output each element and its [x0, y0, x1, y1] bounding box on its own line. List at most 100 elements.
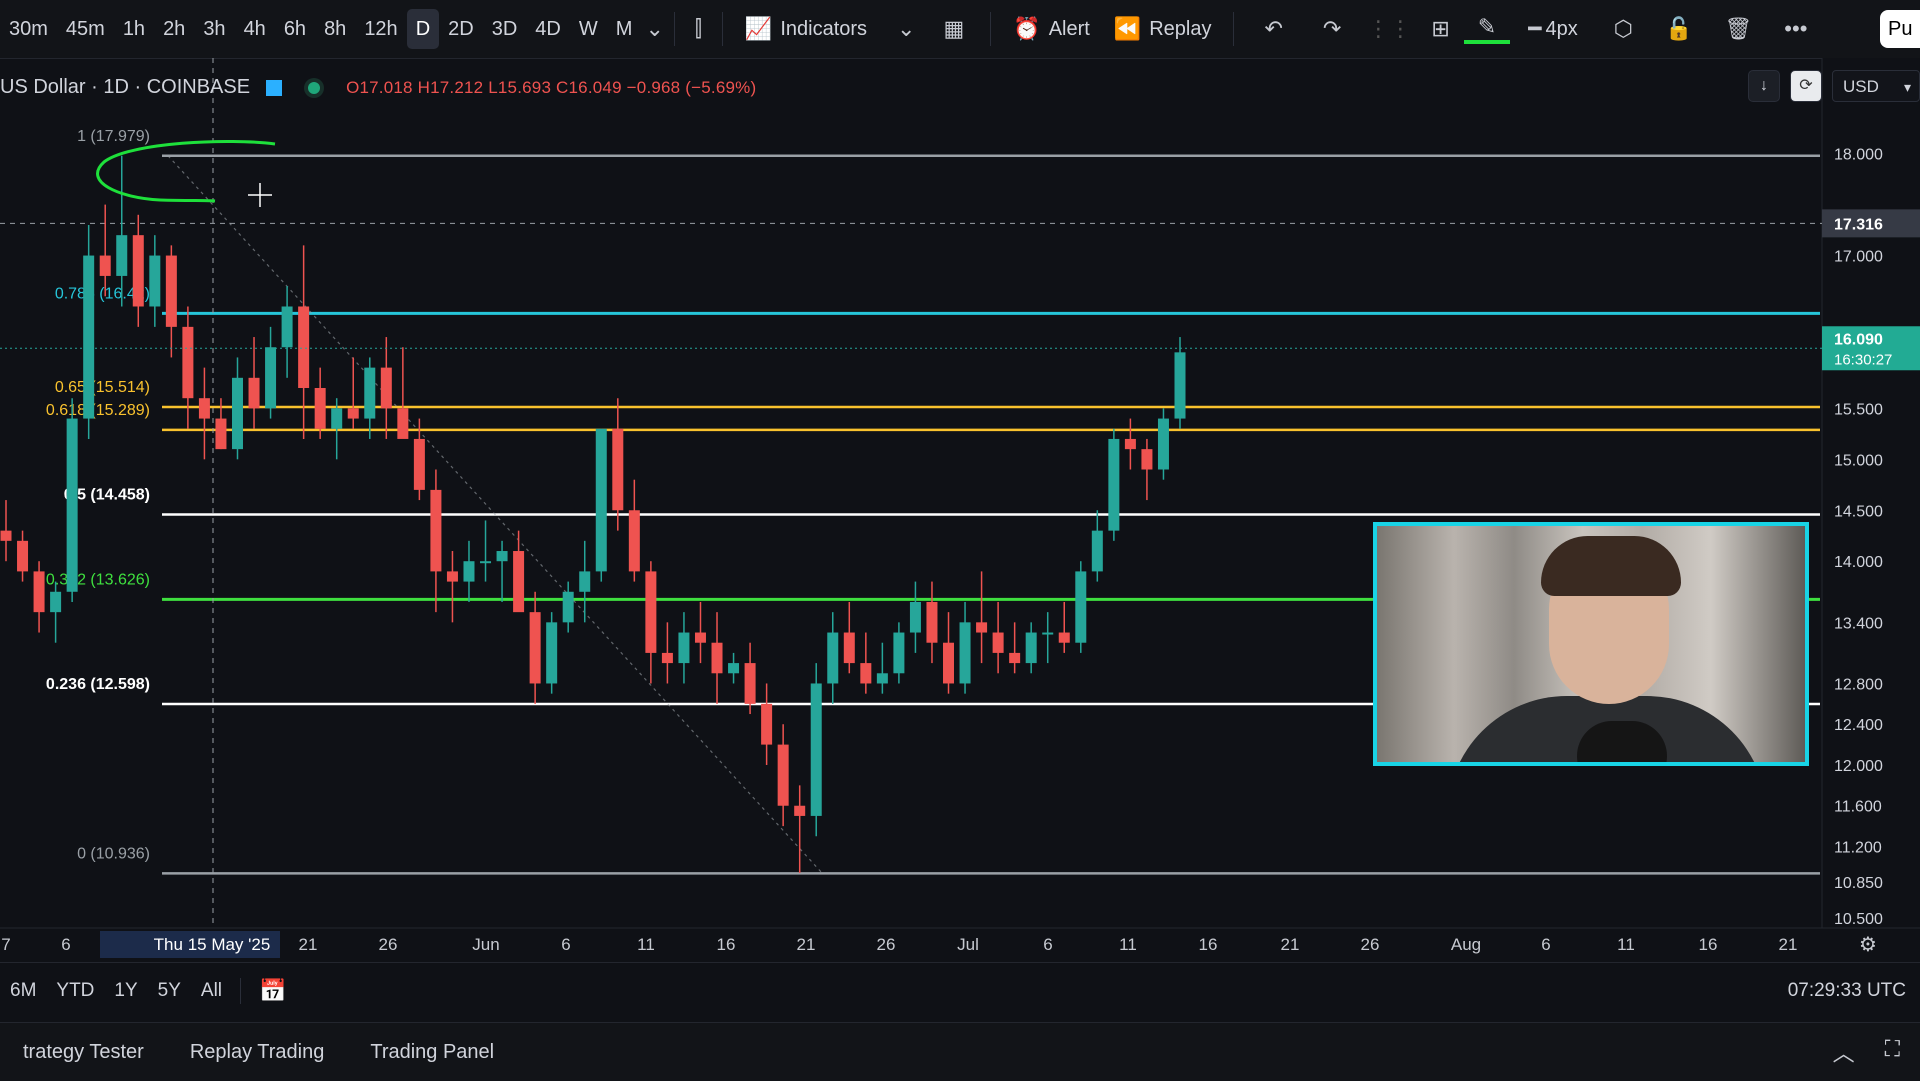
currency-select[interactable]: USD: [1832, 70, 1920, 103]
timeframe-w[interactable]: W: [570, 9, 607, 49]
candle-body[interactable]: [446, 571, 458, 582]
candle-body[interactable]: [546, 622, 558, 684]
timeframe-3d[interactable]: 3D: [483, 9, 527, 49]
candle-body[interactable]: [1124, 438, 1136, 450]
candle-body[interactable]: [298, 306, 310, 388]
candle-body[interactable]: [364, 367, 376, 419]
candle-body[interactable]: [810, 683, 822, 816]
candle-body[interactable]: [198, 398, 210, 419]
candle-body[interactable]: [1058, 632, 1070, 643]
candle-body[interactable]: [612, 428, 624, 511]
candle-body[interactable]: [843, 632, 855, 664]
replay-button[interactable]: ⏪ Replay: [1102, 9, 1224, 49]
candle-body[interactable]: [860, 663, 872, 684]
publish-button[interactable]: Pu: [1880, 10, 1920, 48]
candle-body[interactable]: [314, 388, 326, 429]
candle-body[interactable]: [1157, 418, 1169, 470]
candle-body[interactable]: [562, 591, 574, 623]
timeframe-4h[interactable]: 4h: [235, 9, 275, 49]
redo-icon[interactable]: ↷: [1303, 16, 1361, 42]
candle-body[interactable]: [149, 255, 161, 307]
candle-body[interactable]: [496, 551, 508, 562]
candle-body[interactable]: [794, 805, 806, 816]
candle-body[interactable]: [893, 632, 905, 674]
candle-body[interactable]: [116, 235, 128, 276]
candle-body[interactable]: [876, 673, 888, 684]
chart-settings-gear-icon[interactable]: ⚙: [1859, 932, 1877, 956]
lock-icon[interactable]: 🔓: [1649, 16, 1708, 42]
maximize-icon[interactable]: ⛶: [1885, 1036, 1900, 1068]
candle-body[interactable]: [711, 642, 723, 674]
settings-hex-icon[interactable]: ⬡: [1598, 16, 1649, 42]
candle-body[interactable]: [645, 571, 657, 653]
highlight-circle-annotation[interactable]: [96, 139, 276, 203]
candle-body[interactable]: [595, 428, 607, 572]
timeframe-12h[interactable]: 12h: [355, 9, 406, 49]
timeframe-3h[interactable]: 3h: [194, 9, 234, 49]
collapse-up-icon[interactable]: ︿: [1833, 1036, 1855, 1068]
add-widget-icon[interactable]: ⊞: [1417, 16, 1463, 42]
timeframe-30m[interactable]: 30m: [0, 9, 57, 49]
candle-body[interactable]: [694, 632, 706, 643]
candle-body[interactable]: [959, 622, 971, 684]
candle-body[interactable]: [1025, 632, 1037, 664]
pencil-icon[interactable]: ✎: [1463, 14, 1511, 44]
candle-body[interactable]: [83, 255, 95, 419]
utc-clock[interactable]: 07:29:33 UTC: [1788, 980, 1906, 1002]
candle-body[interactable]: [99, 255, 111, 276]
candle-body[interactable]: [777, 744, 789, 806]
candle-body[interactable]: [628, 510, 640, 572]
timeframe-m[interactable]: M: [607, 9, 642, 49]
alert-button[interactable]: ⏰ Alert: [1001, 9, 1102, 49]
symbol-title[interactable]: US Dollar · 1D · COINBASE: [0, 76, 250, 99]
more-icon[interactable]: •••: [1768, 16, 1823, 42]
candle-body[interactable]: [992, 632, 1004, 653]
candle-body[interactable]: [33, 571, 45, 613]
candle-body[interactable]: [1091, 530, 1103, 572]
panel-tab-1[interactable]: Replay Trading: [167, 1041, 348, 1064]
price-chart[interactable]: 18.000 17.000 15.500 15.000 14.500 14.000 13.4…: [0, 58, 1920, 958]
line-width-label[interactable]: 4px: [1545, 18, 1597, 41]
candle-body[interactable]: [480, 561, 492, 564]
candle-body[interactable]: [1042, 632, 1054, 635]
candle-body[interactable]: [728, 663, 740, 674]
candle-body[interactable]: [66, 418, 78, 592]
candle-body[interactable]: [331, 408, 343, 429]
refresh-icon[interactable]: ⟳: [1790, 70, 1822, 102]
candle-body[interactable]: [380, 367, 392, 409]
candle-body[interactable]: [397, 408, 409, 439]
timeframe-4d[interactable]: 4D: [526, 9, 570, 49]
candle-body[interactable]: [347, 408, 359, 419]
candle-body[interactable]: [744, 663, 756, 704]
candle-body[interactable]: [909, 601, 921, 633]
candle-body[interactable]: [132, 235, 144, 307]
candle-body[interactable]: [17, 540, 29, 572]
candle-body[interactable]: [827, 632, 839, 684]
candle-body[interactable]: [678, 632, 690, 664]
timeframe-dropdown-icon[interactable]: ⌄: [645, 16, 663, 42]
timeframe-45m[interactable]: 45m: [57, 9, 114, 49]
undo-icon[interactable]: ↶: [1244, 16, 1302, 42]
candle-body[interactable]: [165, 255, 177, 327]
candle-body[interactable]: [1174, 352, 1186, 419]
range-5y[interactable]: 5Y: [148, 980, 191, 1002]
candle-body[interactable]: [1141, 449, 1153, 470]
timeframe-2h[interactable]: 2h: [154, 9, 194, 49]
line-width-icon[interactable]: ━: [1510, 16, 1545, 42]
candle-type-icon[interactable]: ⫿: [685, 16, 712, 42]
candle-body[interactable]: [265, 347, 277, 409]
candle-body[interactable]: [1075, 571, 1087, 643]
drag-handle-icon[interactable]: ⋮⋮: [1361, 16, 1417, 42]
candle-body[interactable]: [943, 642, 955, 684]
timeframe-d[interactable]: D: [406, 9, 440, 49]
timeframe-8h[interactable]: 8h: [315, 9, 355, 49]
candle-body[interactable]: [976, 622, 988, 633]
candle-body[interactable]: [1009, 652, 1021, 664]
candle-body[interactable]: [430, 489, 442, 572]
candle-body[interactable]: [50, 591, 62, 613]
candle-body[interactable]: [182, 326, 194, 399]
timeframe-2d[interactable]: 2D: [439, 9, 483, 49]
candle-body[interactable]: [579, 571, 591, 592]
trash-icon[interactable]: 🗑: [1708, 16, 1768, 42]
candle-body[interactable]: [281, 306, 293, 348]
